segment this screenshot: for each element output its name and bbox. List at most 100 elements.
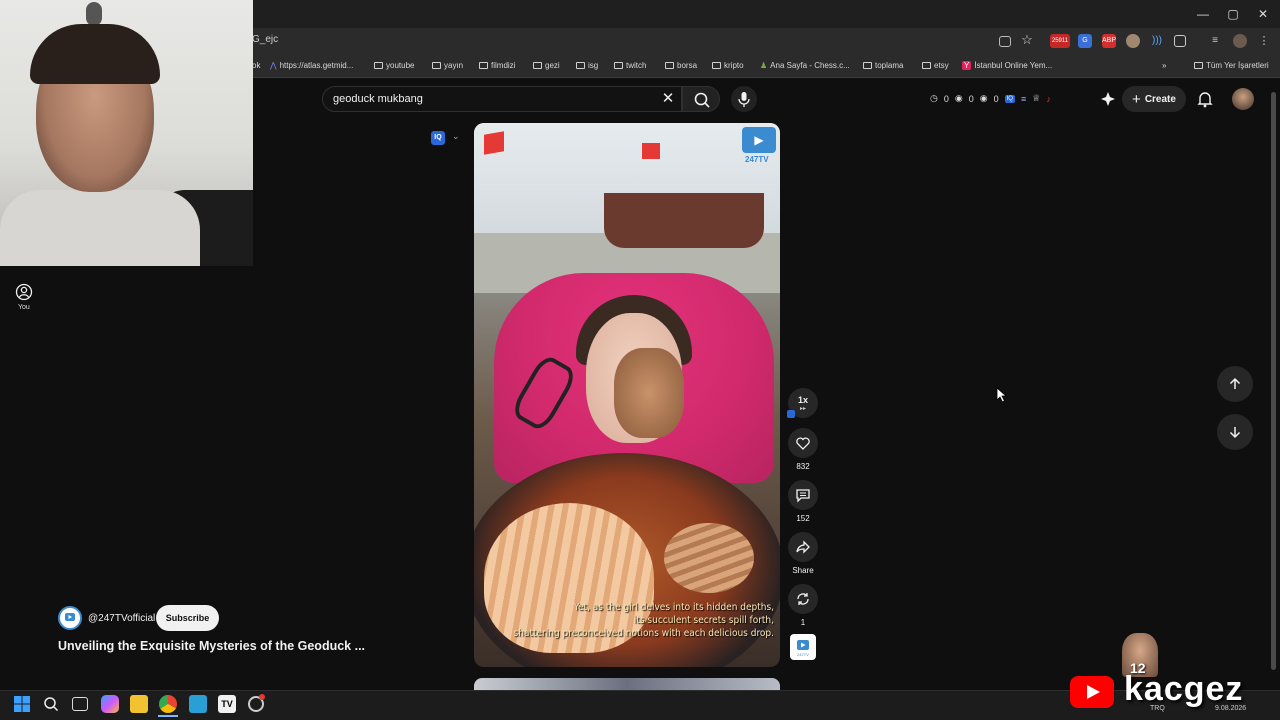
minimize-button[interactable]: — [1188, 4, 1218, 24]
browser-menu-icon[interactable]: ⋮ [1257, 34, 1271, 48]
you-nav-label[interactable]: You [18, 304, 30, 311]
like-button[interactable] [788, 428, 818, 458]
clock-icon: ◷ [930, 93, 938, 103]
webcam-overlay [0, 0, 253, 266]
overflow-chevron-icon: » [1162, 61, 1167, 70]
video-flag [484, 131, 504, 155]
bookmark-folder[interactable]: kripto [712, 61, 744, 70]
bookmark-folder[interactable]: borsa [665, 61, 697, 70]
bookmark-folder[interactable]: toplama [863, 61, 903, 70]
heart-icon [796, 437, 810, 450]
bookmark-label: borsa [677, 61, 698, 70]
folder-icon [712, 62, 721, 69]
search-query-text[interactable]: geoduck mukbang [333, 93, 423, 105]
folder-icon [665, 62, 674, 69]
comments-button[interactable] [788, 480, 818, 510]
iq-mini-icon [787, 410, 795, 418]
extension-badge-icon[interactable]: 25911 [1050, 34, 1070, 48]
bookmark-label: twitch [626, 61, 647, 70]
maximize-button[interactable]: ▢ [1218, 4, 1248, 24]
file-explorer-icon[interactable] [130, 695, 148, 713]
folder-icon [863, 62, 872, 69]
browser-profile-avatar[interactable] [1233, 34, 1247, 48]
copilot-icon[interactable] [101, 695, 119, 713]
next-short-button[interactable] [1217, 414, 1253, 450]
search-button[interactable] [682, 86, 720, 112]
remix-count: 1 [800, 618, 806, 627]
channel-handle[interactable]: @247TVofficial [88, 613, 155, 624]
taskbar-search-icon[interactable] [42, 695, 60, 713]
bookmark-folder[interactable]: gezi [533, 61, 560, 70]
next-short-preview[interactable] [474, 678, 780, 690]
video-geoduck [614, 348, 684, 438]
remix-icon [797, 593, 809, 605]
subtitle-line: Yet, as the girl delves into its hidden … [573, 602, 774, 613]
clear-search-icon[interactable]: ✕ [660, 90, 676, 108]
bookmark-folder[interactable]: isg [576, 61, 598, 70]
trophy-icon[interactable]: ♕ [1032, 93, 1040, 104]
video-subtitles: Yet, as the girl delves into its hidden … [474, 601, 774, 640]
shorts-video-player[interactable]: ▶ 247TV Yet, as the girl delves into its… [474, 123, 780, 667]
profile-extension-icon[interactable] [1126, 34, 1140, 48]
bookmark-star-icon[interactable]: ☆ [1020, 33, 1034, 47]
iq-extension-badge[interactable]: IQ [431, 131, 445, 145]
extension-counters: ◷ 0 ◉ 0 ◉ 0 IQ ≡ ♕ ♪ [930, 93, 1051, 104]
bookmark-item[interactable]: ok [252, 61, 260, 70]
bookmark-folder[interactable]: yayın [432, 61, 463, 70]
install-app-icon[interactable] [999, 36, 1011, 47]
extensions-puzzle-icon[interactable] [1174, 35, 1186, 47]
bookmark-label: Tüm Yer İşaretleri [1206, 61, 1269, 70]
url-text[interactable]: G_ejc [252, 34, 278, 45]
list-icon[interactable]: ≡ [1021, 94, 1026, 104]
folder-icon [576, 62, 585, 69]
voice-search-button[interactable] [731, 86, 757, 112]
microphone-icon [738, 92, 750, 107]
adblock-extension-icon[interactable]: ABP [1102, 34, 1116, 48]
previous-short-button[interactable] [1217, 366, 1253, 402]
notifications-bell-icon[interactable] [1196, 90, 1214, 108]
webcam-shirt [0, 190, 200, 266]
wave-extension-icon[interactable]: ))) [1150, 34, 1164, 48]
svg-text:247TV: 247TV [797, 652, 809, 657]
bookmark-folder[interactable]: etsy [922, 61, 949, 70]
bookmark-folder[interactable]: twitch [614, 61, 646, 70]
video-clams [664, 523, 754, 593]
folder-icon [1194, 62, 1203, 69]
translate-extension-icon[interactable]: G [1078, 34, 1092, 48]
subtitle-line: its succulent secrets spill forth, [633, 615, 774, 626]
bookmarks-overflow-button[interactable]: » [1162, 61, 1166, 70]
close-window-button[interactable]: ✕ [1248, 4, 1278, 24]
chrome-icon[interactable] [159, 695, 177, 713]
bookmark-folder[interactable]: filmdizi [479, 61, 515, 70]
you-nav-icon[interactable] [15, 283, 33, 301]
alert-bell-icon[interactable]: ♪ [1046, 94, 1051, 104]
page-scrollbar[interactable] [1271, 92, 1276, 670]
bookmark-folder[interactable]: youtube [374, 61, 414, 70]
channel-watermark-icon: ▶ [742, 127, 776, 153]
task-view-icon[interactable] [72, 697, 88, 711]
sound-channel-thumbnail[interactable]: 247TV [790, 634, 816, 660]
webcam-hair [30, 24, 160, 84]
ai-sparkle-icon[interactable] [1099, 90, 1117, 108]
windows-start-icon[interactable] [13, 695, 31, 713]
channel-avatar[interactable] [58, 606, 82, 630]
monitor-app-icon[interactable] [189, 695, 207, 713]
tradingview-icon[interactable]: TV [218, 695, 236, 713]
account-avatar[interactable] [1232, 88, 1254, 110]
reading-list-icon[interactable]: ≡ [1208, 34, 1222, 48]
bookmark-item[interactable]: Y İstanbul Online Yem... [962, 61, 1052, 70]
bookmark-item[interactable]: ♟ Ana Sayfa - Chess.c... [760, 61, 850, 70]
bookmark-label: youtube [386, 61, 415, 70]
eye-icon: ◉ [954, 93, 963, 103]
chevron-down-icon[interactable]: ⌄ [452, 131, 460, 142]
iq-small-icon[interactable]: IQ [1004, 94, 1015, 103]
remix-button[interactable] [788, 584, 818, 614]
subscribe-button[interactable]: Subscribe [156, 605, 219, 631]
create-button[interactable]: + Create [1122, 86, 1186, 112]
bookmark-item[interactable]: ⋀ https://atlas.getmid... [270, 61, 353, 70]
share-button[interactable] [788, 532, 818, 562]
all-bookmarks-folder[interactable]: Tüm Yer İşaretleri [1194, 61, 1269, 70]
arrow-up-icon [1229, 377, 1241, 389]
arrow-down-icon [1229, 427, 1241, 439]
short-title[interactable]: Unveiling the Exquisite Mysteries of the… [58, 639, 365, 653]
